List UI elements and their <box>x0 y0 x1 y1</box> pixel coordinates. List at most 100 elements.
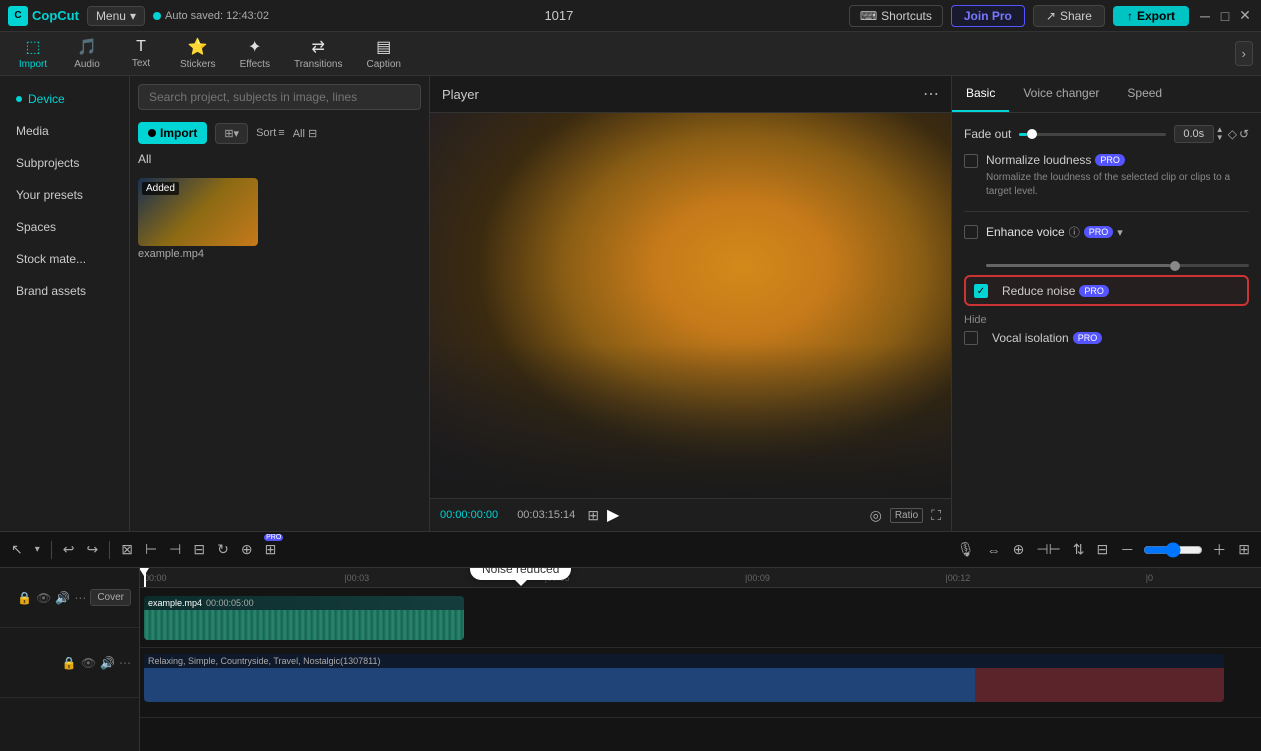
media-search-input[interactable] <box>138 84 421 110</box>
timeline-link-icon[interactable]: ⇅ <box>1070 538 1088 561</box>
tool-transitions[interactable]: ⇄ Transitions <box>284 33 353 74</box>
tab-speed[interactable]: Speed <box>1113 76 1176 112</box>
sidebar-item-your-presets[interactable]: Your presets <box>4 180 125 210</box>
split-tool[interactable]: ⊠ <box>118 538 136 561</box>
sidebar-item-brand-assets-label: Brand assets <box>16 284 86 298</box>
undo-button[interactable]: ↩ <box>60 538 78 561</box>
keyframe-diamond-icon[interactable]: ◇ <box>1228 127 1237 141</box>
enhance-voice-checkbox[interactable] <box>964 225 978 239</box>
sort-icon: ≡ <box>278 127 284 139</box>
enhance-voice-slider[interactable] <box>986 264 1249 267</box>
shortcuts-button[interactable]: ⌨ Shortcuts <box>849 5 943 27</box>
timeline-snap-icon[interactable]: ⇔ <box>984 539 1004 561</box>
sidebar-item-brand-assets[interactable]: Brand assets <box>4 276 125 306</box>
tool-stickers[interactable]: ⭐ Stickers <box>170 33 226 74</box>
export-button[interactable]: ↑ Export <box>1113 6 1189 26</box>
shield-tool[interactable]: ⊕ <box>238 538 256 561</box>
audio-speaker-icon[interactable]: 🔊 <box>100 656 115 670</box>
delete-tool[interactable]: ⊟ <box>190 538 208 561</box>
audio-clip-name: Relaxing, Simple, Countryside, Travel, N… <box>148 656 380 666</box>
close-button[interactable]: ✕ <box>1237 8 1253 24</box>
join-pro-label: Join Pro <box>964 9 1012 23</box>
noise-tooltip-text: Noise reduced <box>482 568 559 576</box>
menu-button[interactable]: Menu ▾ <box>87 6 145 26</box>
audio-eye-icon[interactable]: 👁 <box>81 656 96 670</box>
zoom-out-icon[interactable]: － <box>1117 537 1137 563</box>
enhance-voice-title-row: Enhance voice ⓘ PRO ▾ <box>986 224 1249 240</box>
vocal-isolation-checkbox[interactable] <box>964 331 978 345</box>
player-menu-icon[interactable]: ⋯ <box>923 84 939 104</box>
mic-icon[interactable]: 🎙 <box>954 538 978 561</box>
toolbar-expand-button[interactable]: › <box>1235 41 1253 66</box>
view-toggle-button[interactable]: ⊞▾ <box>215 123 248 144</box>
audio-more-icon[interactable]: ⋯ <box>119 656 131 670</box>
media-item[interactable]: Added example.mp4 <box>138 178 421 260</box>
timeline-magnet-icon[interactable]: ⊕ <box>1010 538 1028 561</box>
normalize-loudness-checkbox[interactable] <box>964 154 978 168</box>
ratio-button[interactable]: Ratio <box>890 508 923 523</box>
audio-track-row: Relaxing, Simple, Countryside, Travel, N… <box>140 648 1261 718</box>
zoom-in-icon[interactable]: ＋ <box>1209 537 1229 563</box>
target-icon[interactable]: ◎ <box>870 507 882 524</box>
sidebar-item-stock-mate[interactable]: Stock mate... <box>4 244 125 274</box>
pro-tool[interactable]: ⊞ PRO <box>262 538 280 561</box>
import-button[interactable]: Import <box>138 122 207 144</box>
redo-button[interactable]: ↪ <box>84 538 102 561</box>
select-dropdown-icon[interactable]: ▾ <box>32 541 43 558</box>
decrement-arrow-icon[interactable]: ▼ <box>1216 134 1224 142</box>
eye-icon[interactable]: 👁 <box>36 591 51 605</box>
fit-to-window-icon[interactable]: ⊞ <box>1235 538 1253 561</box>
enhance-voice-row: Enhance voice ⓘ PRO ▾ <box>964 224 1249 252</box>
tool-import[interactable]: ⬚ Import <box>8 33 58 74</box>
tool-effects[interactable]: ✦ Effects <box>230 33 280 74</box>
zoom-slider[interactable] <box>1143 542 1203 558</box>
fullscreen-icon[interactable]: ⛶ <box>931 507 941 524</box>
tab-basic[interactable]: Basic <box>952 76 1009 112</box>
audio-clip[interactable]: Relaxing, Simple, Countryside, Travel, N… <box>144 654 1224 702</box>
more-icon[interactable]: ⋯ <box>74 591 86 605</box>
join-pro-button[interactable]: Join Pro <box>951 5 1025 27</box>
tool-text-label: Text <box>132 58 150 69</box>
tool-captions[interactable]: ▤ Caption <box>357 33 411 74</box>
fade-out-value-input[interactable] <box>1174 125 1214 143</box>
media-tab-all[interactable]: All <box>138 152 151 166</box>
audio-track-icon[interactable]: 🔊 <box>55 591 70 605</box>
play-button[interactable]: ▶ <box>607 505 619 525</box>
cover-button[interactable]: Cover <box>90 589 131 606</box>
rotate-tool[interactable]: ↻ <box>214 538 232 561</box>
sidebar-item-subprojects-label: Subprojects <box>16 156 79 170</box>
sort-button[interactable]: Sort ≡ <box>256 127 285 139</box>
enhance-chevron-down-icon[interactable]: ▾ <box>1117 226 1123 239</box>
tool-text[interactable]: T Text <box>116 34 166 73</box>
tool-audio[interactable]: 🎵 Audio <box>62 33 112 74</box>
fade-out-slider[interactable] <box>1019 133 1165 136</box>
timeline-split-icon[interactable]: ⊣⊢ <box>1033 538 1063 561</box>
select-tool[interactable]: ↖ <box>8 538 26 561</box>
slider-thumb[interactable] <box>1027 129 1037 139</box>
trim-left-tool[interactable]: ⊢ <box>142 538 160 561</box>
clip-header: example.mp4 00:00:05:00 <box>144 596 464 610</box>
video-clip[interactable]: example.mp4 00:00:05:00 <box>144 596 464 640</box>
sidebar-item-spaces[interactable]: Spaces <box>4 212 125 242</box>
share-button[interactable]: ↗ Share <box>1033 5 1105 27</box>
tab-voice-changer[interactable]: Voice changer <box>1009 76 1113 112</box>
lock-icon[interactable]: 🔒 <box>17 591 32 605</box>
clip-duration: 00:00:05:00 <box>206 598 254 608</box>
sidebar-item-subprojects[interactable]: Subprojects <box>4 148 125 178</box>
tool-effects-label: Effects <box>240 59 270 70</box>
audio-lock-icon[interactable]: 🔒 <box>62 656 77 670</box>
grid-icon[interactable]: ⊞ <box>587 507 599 524</box>
import-label: Import <box>160 126 197 140</box>
enhance-thumb[interactable] <box>1170 261 1180 271</box>
maximize-button[interactable]: □ <box>1217 8 1233 24</box>
trim-right-tool[interactable]: ⊣ <box>166 538 184 561</box>
reduce-noise-checkbox[interactable]: ✓ <box>974 284 988 298</box>
tool-audio-label: Audio <box>74 59 100 70</box>
timeline-photo-icon[interactable]: ⊟ <box>1094 538 1112 561</box>
info-circle-icon[interactable]: ⓘ <box>1069 224 1080 240</box>
minimize-button[interactable]: ─ <box>1197 8 1213 24</box>
filter-all-button[interactable]: All ⊟ <box>293 127 318 140</box>
sidebar-item-media[interactable]: Media <box>4 116 125 146</box>
reset-icon[interactable]: ↺ <box>1239 127 1249 141</box>
sidebar-item-device[interactable]: Device <box>4 84 125 114</box>
